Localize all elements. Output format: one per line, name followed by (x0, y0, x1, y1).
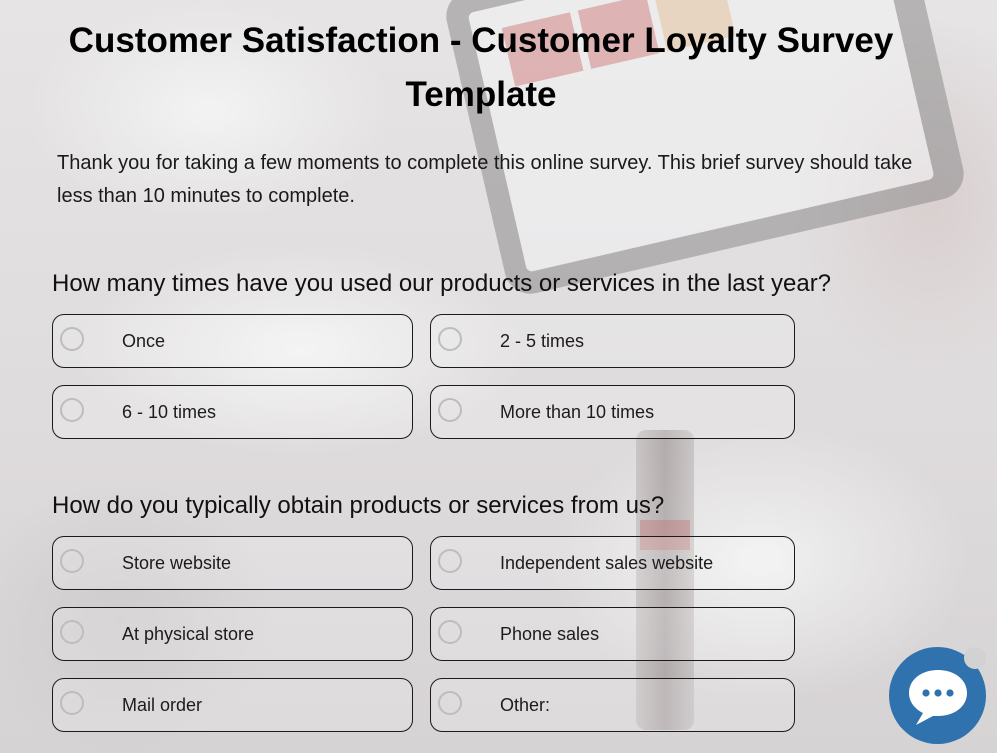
option-label: Once (122, 331, 166, 351)
option-label: 6 - 10 times (122, 402, 217, 422)
survey-intro: Thank you for taking a few moments to co… (57, 152, 913, 207)
chat-notification-dot (964, 647, 986, 669)
radio-button[interactable] (60, 691, 84, 715)
option-label: Mail order (122, 695, 203, 715)
option-label: Phone sales (500, 624, 600, 644)
option-once[interactable]: Once (52, 314, 413, 368)
option-label: Independent sales website (500, 553, 714, 573)
option-physical-store[interactable]: At physical store (52, 607, 413, 661)
survey-form: Customer Satisfaction - Customer Loyalty… (0, 0, 997, 753)
radio-button[interactable] (438, 691, 462, 715)
option-label: Store website (122, 553, 232, 573)
radio-button[interactable] (438, 398, 462, 422)
radio-button[interactable] (438, 327, 462, 351)
radio-button[interactable] (438, 620, 462, 644)
option-label: Other: (500, 695, 551, 715)
question-usage-frequency: How many times have you used our product… (52, 270, 832, 297)
radio-button[interactable] (60, 620, 84, 644)
radio-button[interactable] (60, 398, 84, 422)
option-6-10-times[interactable]: 6 - 10 times (52, 385, 413, 439)
page-title: Customer Satisfaction - Customer Loyalty… (68, 21, 894, 114)
option-2-5-times[interactable]: 2 - 5 times (430, 314, 795, 368)
chat-bubble-icon (909, 670, 967, 725)
option-mail-order[interactable]: Mail order (52, 678, 413, 732)
option-store-website[interactable]: Store website (52, 536, 413, 590)
option-label: More than 10 times (500, 402, 655, 422)
option-more-than-10[interactable]: More than 10 times (430, 385, 795, 439)
option-other[interactable]: Other: (430, 678, 795, 732)
question-purchase-channel: How do you typically obtain products or … (52, 492, 665, 519)
option-independent-sales-website[interactable]: Independent sales website (430, 536, 795, 590)
radio-button[interactable] (438, 549, 462, 573)
option-label: 2 - 5 times (500, 331, 585, 351)
radio-button[interactable] (60, 327, 84, 351)
option-phone-sales[interactable]: Phone sales (430, 607, 795, 661)
option-label: At physical store (122, 624, 255, 644)
radio-button[interactable] (60, 549, 84, 573)
